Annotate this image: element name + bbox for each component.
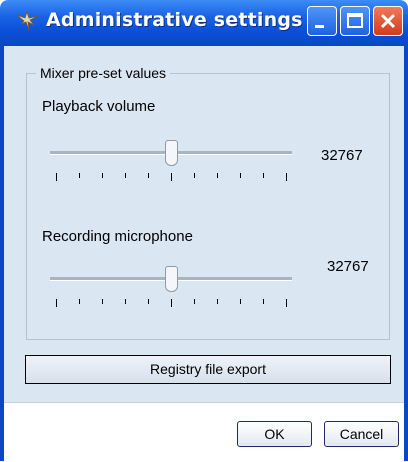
- slider-tick: [148, 173, 149, 178]
- close-icon: [380, 13, 396, 29]
- slider-tick: [56, 173, 57, 181]
- slider-tick: [286, 299, 287, 307]
- maximize-icon: [347, 13, 363, 28]
- playback-slider-ticks: [50, 173, 292, 183]
- close-button[interactable]: [373, 6, 403, 36]
- slider-tick: [56, 299, 57, 307]
- slider-tick: [171, 173, 172, 181]
- minimize-icon: [315, 25, 324, 28]
- mixer-group-label: Mixer pre-set values: [36, 65, 171, 81]
- recording-slider-thumb[interactable]: [164, 266, 178, 292]
- slider-tick: [194, 173, 195, 178]
- recording-microphone-slider[interactable]: [50, 266, 292, 320]
- slider-tick: [125, 299, 126, 304]
- slider-tick: [263, 299, 264, 304]
- slider-tick: [148, 299, 149, 304]
- slider-tick: [79, 173, 80, 178]
- slider-tick: [102, 299, 103, 304]
- slider-tick: [102, 173, 103, 178]
- settings-app-icon: [16, 10, 39, 31]
- recording-slider-ticks: [50, 299, 292, 309]
- recording-microphone-label: Recording microphone: [42, 228, 193, 245]
- slider-tick: [217, 299, 218, 304]
- title-bar[interactable]: Administrative settings: [0, 0, 408, 46]
- slider-tick: [125, 173, 126, 178]
- playback-volume-slider[interactable]: [50, 140, 292, 194]
- slider-tick: [240, 173, 241, 178]
- maximize-button[interactable]: [340, 6, 370, 36]
- registry-file-export-button[interactable]: Registry file export: [25, 355, 391, 384]
- playback-volume-label: Playback volume: [42, 98, 156, 115]
- slider-tick: [240, 299, 241, 304]
- ok-button[interactable]: OK: [237, 421, 312, 447]
- cancel-button[interactable]: Cancel: [324, 421, 399, 447]
- administrative-settings-window: Administrative settings Mixer pre-set va…: [0, 0, 408, 462]
- slider-tick: [286, 173, 287, 181]
- slider-tick: [194, 299, 195, 304]
- slider-tick: [79, 299, 80, 304]
- recording-microphone-value: 32767: [327, 258, 369, 275]
- playback-volume-value: 32767: [321, 147, 363, 164]
- slider-tick: [171, 299, 172, 307]
- minimize-button[interactable]: [307, 6, 337, 36]
- slider-tick: [217, 173, 218, 178]
- playback-slider-thumb[interactable]: [164, 140, 178, 166]
- slider-tick: [263, 173, 264, 178]
- window-title: Administrative settings: [46, 9, 303, 31]
